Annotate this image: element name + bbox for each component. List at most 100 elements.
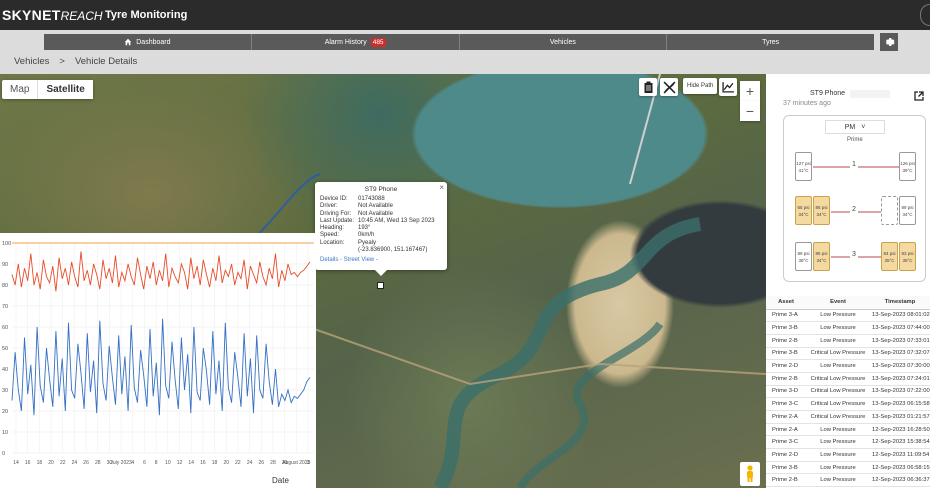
- report-button[interactable]: [639, 78, 657, 96]
- y-tick-label: 40: [2, 367, 8, 373]
- column-header-event[interactable]: Event: [806, 296, 870, 310]
- breadcrumb-separator: >: [59, 56, 65, 67]
- popup-key: Last Update:: [320, 217, 355, 224]
- popup-row-last-update: Last Update: 10:45 AM, Wed 13 Sep 2023: [320, 218, 442, 225]
- y-tick-label: 0: [2, 451, 5, 457]
- chart-toggle-button[interactable]: [719, 78, 737, 96]
- nav-alarm-history[interactable]: Alarm History 485: [252, 34, 460, 50]
- y-tick-label: 20: [2, 409, 8, 415]
- tyre-2-a[interactable]: 65 psi 34°C: [795, 196, 812, 225]
- tyre-temperature: 35°C: [902, 257, 913, 263]
- x-tick-label: 10: [165, 460, 171, 466]
- cell-timestamp: 13-Sep-2023 06:15:58: [870, 397, 930, 411]
- zoom-in-button[interactable]: +: [740, 81, 760, 101]
- nav-dashboard[interactable]: Dashboard: [44, 34, 252, 50]
- cell-asset: Prime 3-C: [766, 435, 806, 450]
- column-header-asset[interactable]: Asset: [766, 296, 806, 310]
- tyre-group-label: Prime: [847, 137, 863, 143]
- popup-row-device-id: Device ID: 01743088: [320, 196, 442, 203]
- table-body: Prime 3-A Low Pressure 13-Sep-2023 08:01:0…: [766, 309, 930, 488]
- table-row[interactable]: Prime 3-B Low Pressure 13-Sep-2023 07:44:0…: [766, 321, 930, 335]
- table-row[interactable]: Prime 2-B Low Pressure 12-Sep-2023 06:36:3…: [766, 473, 930, 488]
- table-row[interactable]: Prime 3-C Low Pressure 12-Sep-2023 15:38:5…: [766, 435, 930, 450]
- tyre-3-c[interactable]: 84 psi 35°C: [881, 242, 898, 271]
- cell-asset: Prime 3-D: [766, 385, 806, 399]
- map-type-toggle: Map Satellite: [2, 80, 93, 99]
- zoom-out-button[interactable]: −: [740, 101, 760, 121]
- x-tick-label: 16: [200, 460, 206, 466]
- x-tick-label: 20: [48, 460, 54, 466]
- table-row[interactable]: Prime 2-D Low Pressure 12-Sep-2023 11:09:5…: [766, 448, 930, 462]
- table-row[interactable]: Prime 3-B Low Pressure 12-Sep-2023 06:58:1…: [766, 461, 930, 475]
- popup-row-driving-for: Driving For: Not Available: [320, 211, 442, 218]
- tyre-1-b[interactable]: 126 psi 39°C: [899, 152, 916, 181]
- popup-links[interactable]: Details - Street View -: [320, 257, 442, 263]
- nav-dashboard-label: Dashboard: [136, 38, 171, 46]
- popup-key: Location:: [320, 239, 345, 246]
- vehicle-marker[interactable]: [377, 282, 384, 289]
- table-row[interactable]: Prime 3-C Critical Low Pressure 13-Sep-202…: [766, 397, 930, 411]
- x-tick-label: 8: [155, 460, 158, 466]
- cell-asset: Prime 2-A: [766, 410, 806, 424]
- app-logo[interactable]: SKYNETREACH: [2, 7, 103, 23]
- popup-row-location: Location: Pyealy: [320, 240, 442, 247]
- settings-button[interactable]: [880, 33, 898, 51]
- tyre-2-b[interactable]: 85 psi 34°C: [813, 196, 830, 225]
- table-row[interactable]: Prime 3-D Critical Low Pressure 13-Sep-202…: [766, 385, 930, 399]
- cell-event: Critical Low Pressure: [806, 372, 870, 386]
- popup-value: Pyealy: [358, 239, 377, 246]
- table-row[interactable]: Prime 2-B Critical Low Pressure 13-Sep-202…: [766, 372, 930, 386]
- chart-svg: 010203040506070809010014 16 18 20 22 24 26 28 30…: [2, 241, 314, 466]
- vehicle-unit-selected: PM: [844, 123, 856, 131]
- nav-tyres[interactable]: Tyres: [667, 34, 874, 50]
- tyre-3-b[interactable]: 85 psi 34°C: [813, 242, 830, 271]
- popup-value: 0km/h: [358, 232, 375, 239]
- user-menu-edge[interactable]: [920, 4, 930, 26]
- x-tick-label: 14: [13, 460, 19, 466]
- tyre-pressure: 83 psi: [901, 250, 914, 256]
- map-type-satellite[interactable]: Satellite: [38, 80, 93, 99]
- x-tick-label: 22: [60, 460, 66, 466]
- table-row[interactable]: Prime 2-A Low Pressure 12-Sep-2023 16:28:5…: [766, 423, 930, 437]
- tyre-2-d[interactable]: 89 psi 34°C: [899, 196, 916, 225]
- y-tick-label: 100: [2, 241, 11, 247]
- hide-path-tooltip[interactable]: Hide Path: [683, 78, 718, 94]
- tyre-pressure: 85 psi: [815, 250, 828, 256]
- cell-asset: Prime 2-B: [766, 473, 806, 488]
- y-tick-label: 80: [2, 283, 8, 289]
- tyre-2-c[interactable]: [881, 196, 898, 225]
- tyre-temperature: 39°C: [902, 167, 913, 173]
- table-row[interactable]: Prime 2-B Low Pressure 13-Sep-2023 07:33:0…: [766, 334, 930, 348]
- breadcrumb-vehicles[interactable]: Vehicles: [14, 56, 49, 67]
- street-view-pegman[interactable]: [740, 462, 760, 486]
- path-toggle-button[interactable]: [660, 78, 678, 96]
- popup-key: Device ID:: [320, 196, 348, 202]
- table-row[interactable]: Prime 3-B Critical Low Pressure 13-Sep-202…: [766, 347, 930, 361]
- nav-vehicles-label: Vehicles: [549, 38, 576, 46]
- y-tick-label: 70: [2, 304, 8, 310]
- table-row[interactable]: Prime 2-A Critical Low Pressure 13-Sep-202…: [766, 410, 930, 424]
- tyre-3-a[interactable]: 89 psi 38°C: [795, 242, 812, 271]
- y-tick-label: 60: [2, 325, 8, 331]
- column-header-timestamp[interactable]: Timestamp: [870, 296, 930, 310]
- x-tick-label: 26: [83, 460, 89, 466]
- axle-2-number: 2: [850, 206, 858, 213]
- cell-timestamp: 12-Sep-2023 16:28:50: [870, 423, 930, 437]
- cell-asset: Prime 3-B: [766, 321, 806, 335]
- cell-asset: Prime 2-B: [766, 334, 806, 348]
- open-device-button[interactable]: [914, 88, 924, 106]
- tyre-1-a[interactable]: 127 psi 41°C: [795, 152, 812, 181]
- x-tick-label: 3: [307, 460, 310, 466]
- map-type-map[interactable]: Map: [2, 80, 39, 99]
- device-name-redacted: [850, 90, 890, 98]
- cell-asset: Prime 2-A: [766, 423, 806, 437]
- popup-close-button[interactable]: ×: [439, 183, 444, 192]
- top-bar: SKYNETREACH Tyre Monitoring: [0, 0, 930, 30]
- nav-vehicles[interactable]: Vehicles: [460, 34, 668, 50]
- table-row[interactable]: Prime 3-A Low Pressure 13-Sep-2023 08:01:0…: [766, 309, 930, 323]
- cell-timestamp: 13-Sep-2023 07:44:00: [870, 321, 930, 335]
- vehicle-unit-select[interactable]: PM ˅: [825, 120, 885, 134]
- popup-value: (-23.836900, 151.167467): [358, 247, 428, 254]
- table-row[interactable]: Prime 2-D Low Pressure 13-Sep-2023 07:30:0…: [766, 359, 930, 373]
- tyre-3-d[interactable]: 83 psi 35°C: [899, 242, 916, 271]
